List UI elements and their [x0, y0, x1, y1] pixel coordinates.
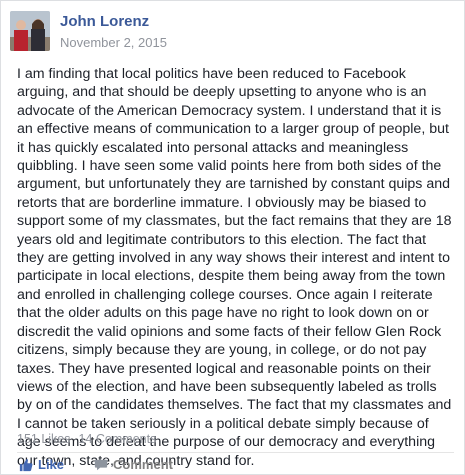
post-stats: 151 Likes 14 Comments — [17, 432, 156, 446]
comments-count[interactable]: 14 Comments — [79, 432, 157, 446]
facebook-post-card: John Lorenz November 2, 2015 I am findin… — [0, 0, 465, 475]
like-label: Like — [38, 457, 65, 472]
like-button[interactable]: Like — [19, 457, 64, 472]
speech-bubble-icon — [94, 459, 108, 470]
thumbs-up-icon — [19, 458, 33, 471]
post-header: John Lorenz November 2, 2015 — [10, 11, 167, 52]
comment-button[interactable]: Comment — [94, 457, 173, 472]
post-body: I am finding that local politics have be… — [17, 66, 452, 469]
avatar[interactable] — [10, 11, 50, 51]
comment-label: Comment — [113, 457, 173, 472]
post-date[interactable]: November 2, 2015 — [60, 34, 167, 52]
post-meta: John Lorenz November 2, 2015 — [60, 12, 167, 52]
author-name[interactable]: John Lorenz — [60, 12, 167, 32]
divider — [17, 452, 454, 453]
profile-photo — [10, 11, 50, 51]
post-actions: Like Comment — [19, 457, 173, 472]
likes-count[interactable]: 151 Likes — [17, 432, 71, 446]
